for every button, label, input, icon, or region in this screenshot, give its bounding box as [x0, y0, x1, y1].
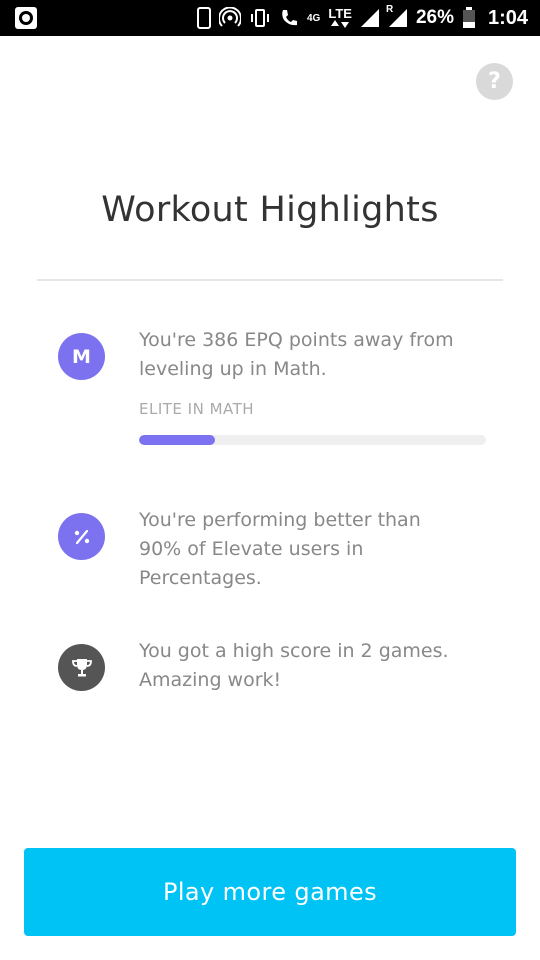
play-more-games-button[interactable]: Play more games: [24, 848, 516, 936]
clock: 1:04: [487, 6, 528, 29]
call-icon: [279, 8, 299, 28]
math-progress-bar: [139, 435, 486, 445]
phone-icon: [197, 7, 211, 29]
highlight-math-text: You're 386 EPQ points away from leveling…: [139, 329, 454, 380]
math-progress-fill: [139, 435, 216, 445]
help-icon: ?: [488, 69, 501, 94]
status-bar: 4G LTE R 26% 1:04: [0, 0, 540, 36]
signal-icon: [360, 8, 380, 28]
lte-icon: LTE: [328, 6, 352, 28]
network-4g-label: 4G: [307, 12, 321, 24]
trophy-icon: [58, 644, 105, 691]
highlight-math-level-label: ELITE IN MATH: [139, 400, 255, 418]
battery-icon: [462, 7, 476, 29]
hotspot-icon: [219, 7, 241, 29]
roaming-signal-icon: R: [386, 4, 408, 28]
highlight-high-score-text: You got a high score in 2 games. Amazing…: [139, 640, 449, 691]
lte-label: LTE: [328, 6, 352, 21]
page-title: Workout Highlights: [101, 190, 439, 230]
app-notification-icon: [14, 6, 38, 30]
roaming-label: R: [385, 4, 394, 15]
battery-percent: 26%: [415, 7, 454, 28]
highlight-percentages-text: You're performing better than 90% of Ele…: [139, 509, 421, 589]
math-icon: M: [58, 333, 105, 380]
vibrate-icon: [249, 7, 271, 29]
math-icon-letter: M: [72, 345, 91, 368]
title-divider: [37, 279, 503, 281]
help-button[interactable]: ?: [476, 63, 513, 100]
percent-icon: [58, 513, 105, 560]
